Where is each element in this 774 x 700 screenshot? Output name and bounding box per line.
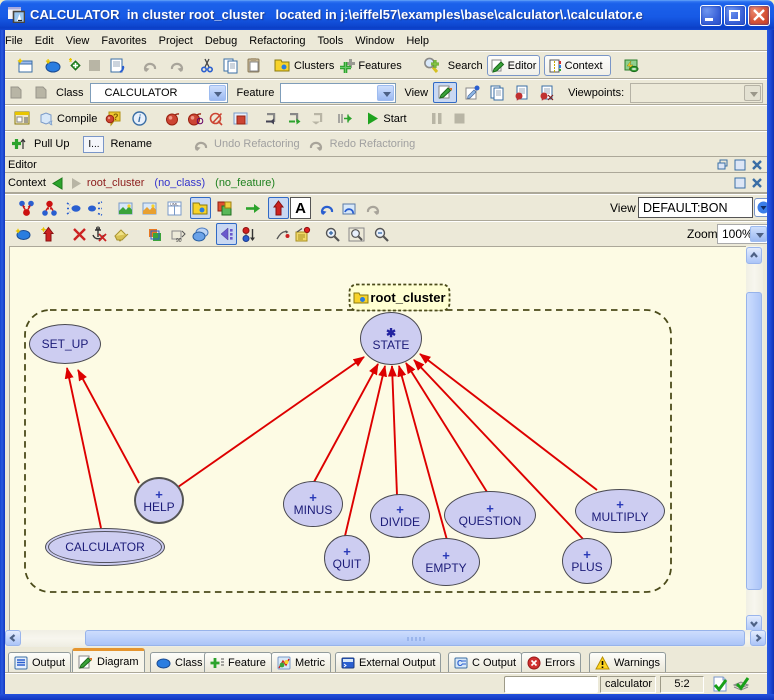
svg-text:i: i: [138, 114, 141, 125]
svg-text:90: 90: [176, 238, 182, 243]
svg-text:UML: UML: [170, 201, 179, 206]
